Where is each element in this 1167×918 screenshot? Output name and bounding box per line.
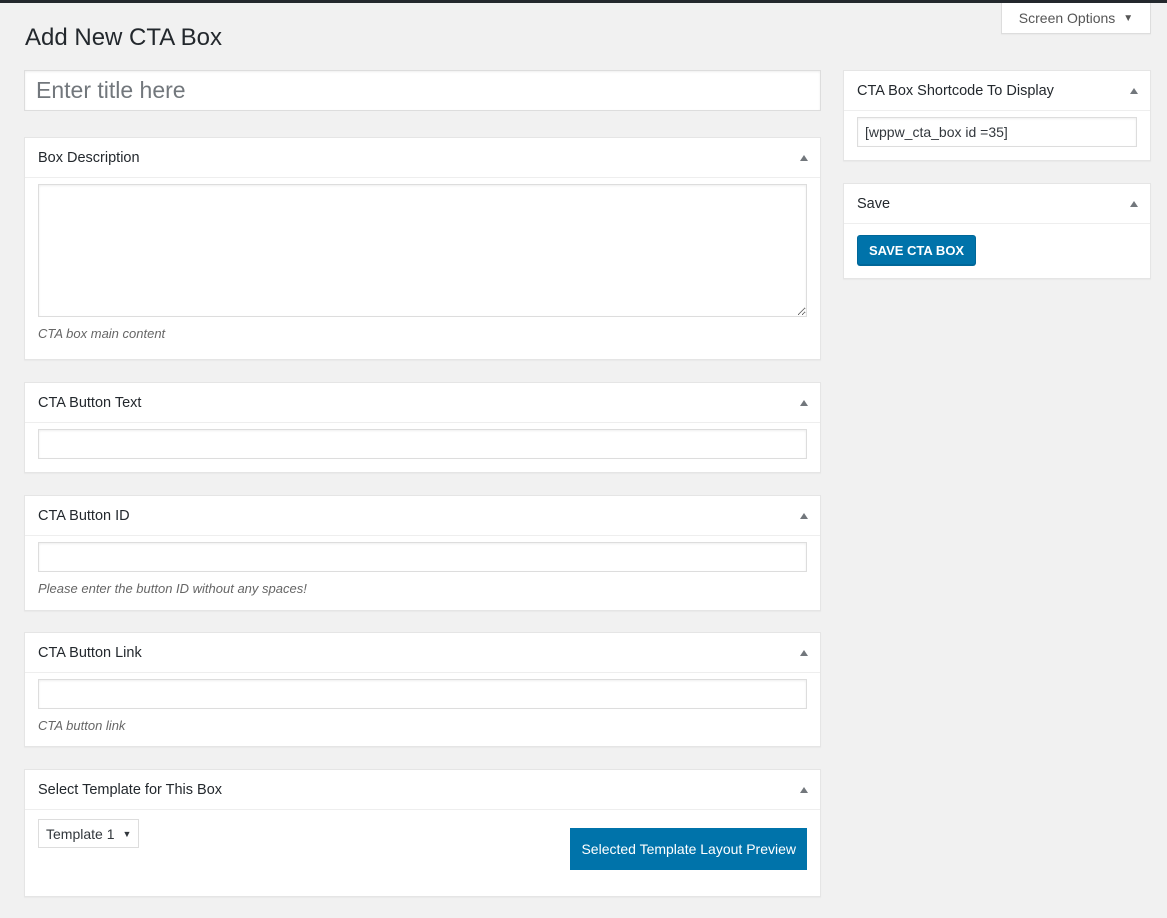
cta-button-text-input[interactable]: [38, 429, 807, 459]
panel-title: Select Template for This Box: [38, 781, 223, 798]
panel-title: Save: [857, 195, 891, 212]
panel-body: CTA box main content: [25, 178, 820, 353]
panel-body: Please enter the button ID without any s…: [25, 536, 820, 608]
collapse-arrow-icon[interactable]: [1130, 200, 1138, 207]
panel-body: [25, 423, 820, 471]
cta-button-link-panel: CTA Button Link CTA button link: [24, 632, 821, 747]
save-panel: Save SAVE CTA BOX: [843, 183, 1151, 279]
shortcode-input[interactable]: [857, 117, 1137, 147]
panel-header[interactable]: CTA Button Text: [25, 383, 820, 423]
panel-body: SAVE CTA BOX: [844, 224, 1150, 277]
help-text: Please enter the button ID without any s…: [38, 581, 307, 596]
template-select-value: Template 1: [46, 825, 115, 842]
shortcode-panel: CTA Box Shortcode To Display: [843, 70, 1151, 161]
panel-title: Box Description: [38, 149, 140, 166]
panel-title: CTA Box Shortcode To Display: [857, 82, 1054, 99]
box-description-panel: Box Description CTA box main content: [24, 137, 821, 360]
panel-body: [844, 111, 1150, 159]
box-description-textarea[interactable]: [38, 184, 807, 317]
panel-body: CTA button link: [25, 673, 820, 745]
collapse-arrow-icon[interactable]: [800, 649, 808, 656]
template-select[interactable]: Template 1 ▼: [38, 819, 140, 848]
cta-button-link-input[interactable]: [38, 679, 807, 709]
select-template-panel: Select Template for This Box Template 1 …: [24, 769, 821, 897]
help-text: CTA box main content: [38, 326, 166, 341]
panel-title: CTA Button Link: [38, 644, 142, 661]
admin-bar: [0, 0, 1167, 3]
collapse-arrow-icon[interactable]: [800, 154, 808, 161]
panel-body: Template 1 ▼ Selected Template Layout Pr…: [25, 810, 820, 896]
caret-down-icon: ▼: [1123, 12, 1134, 24]
panel-header[interactable]: CTA Box Shortcode To Display: [844, 71, 1150, 111]
caret-down-icon: ▼: [122, 828, 132, 839]
template-preview-button[interactable]: Selected Template Layout Preview: [570, 828, 807, 870]
panel-header[interactable]: Box Description: [25, 138, 820, 178]
cta-button-text-panel: CTA Button Text: [24, 382, 821, 473]
save-cta-box-button[interactable]: SAVE CTA BOX: [857, 235, 977, 265]
collapse-arrow-icon[interactable]: [800, 786, 808, 793]
panel-header[interactable]: CTA Button Link: [25, 633, 820, 673]
cta-button-id-input[interactable]: [38, 542, 807, 572]
panel-header[interactable]: Select Template for This Box: [25, 770, 820, 810]
cta-button-id-panel: CTA Button ID Please enter the button ID…: [24, 495, 821, 611]
help-text: CTA button link: [38, 718, 126, 733]
page-title: Add New CTA Box: [25, 24, 222, 51]
panel-title: CTA Button Text: [38, 394, 142, 411]
panel-title: CTA Button ID: [38, 507, 130, 524]
collapse-arrow-icon[interactable]: [800, 512, 808, 519]
collapse-arrow-icon[interactable]: [800, 399, 808, 406]
screen-options-button[interactable]: Screen Options ▼: [1001, 3, 1151, 34]
panel-header[interactable]: CTA Button ID: [25, 496, 820, 536]
title-input[interactable]: [24, 70, 821, 111]
panel-header[interactable]: Save: [844, 184, 1150, 224]
screen-options-label: Screen Options: [1018, 10, 1116, 26]
collapse-arrow-icon[interactable]: [1130, 87, 1138, 94]
